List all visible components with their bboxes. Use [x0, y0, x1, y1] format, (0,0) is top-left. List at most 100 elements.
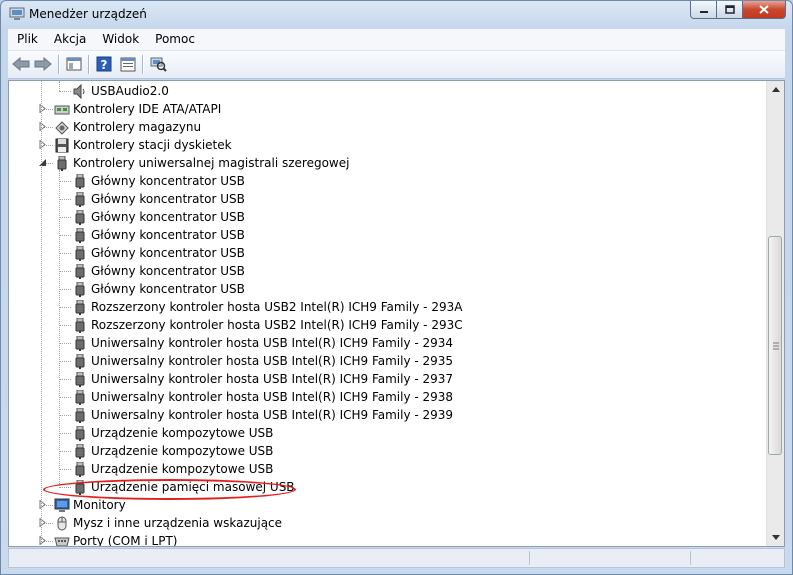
scrollbar-thumb[interactable]	[768, 236, 782, 455]
title-bar[interactable]: Menedżer urządzeń	[1, 1, 792, 29]
tree-item[interactable]: Urządzenie kompozytowe USB	[9, 424, 769, 442]
tree-category[interactable]: Kontrolery IDE ATA/ATAPI	[9, 100, 769, 118]
device-manager-window: Menedżer urządzeń Plik Akcja Widok Pomoc	[0, 0, 793, 575]
tree-item-label: Monitory	[73, 498, 126, 512]
toolbar-separator	[58, 55, 60, 74]
scan-hardware-changes-button[interactable]	[148, 55, 168, 73]
tree-item[interactable]: Urządzenie kompozytowe USB	[9, 460, 769, 478]
collapsed-arrow-icon[interactable]	[38, 518, 47, 527]
close-button[interactable]	[743, 1, 786, 19]
usb-icon	[75, 426, 85, 441]
close-icon	[759, 5, 769, 14]
tree-guide-line	[59, 271, 71, 272]
scroll-down-arrow-icon	[771, 535, 780, 540]
tree-item[interactable]: Uniwersalny kontroler hosta USB Intel(R)…	[9, 352, 769, 370]
speaker-icon	[73, 84, 85, 99]
menu-plik[interactable]: Plik	[8, 29, 45, 50]
tree-category[interactable]: Mysz i inne urządzenia wskazujące	[9, 514, 769, 532]
tree-item[interactable]: Uniwersalny kontroler hosta USB Intel(R)…	[9, 370, 769, 388]
menu-widok[interactable]: Widok	[93, 29, 146, 50]
tree-item[interactable]: Urządzenie kompozytowe USB	[9, 442, 769, 460]
scroll-up-arrow-icon	[771, 87, 780, 92]
usb-icon	[75, 390, 85, 405]
minimize-icon	[699, 10, 708, 13]
collapsed-arrow-icon[interactable]	[38, 122, 47, 131]
menu-pomoc[interactable]: Pomoc	[146, 29, 202, 50]
tree-item[interactable]: Główny koncentrator USB	[9, 226, 769, 244]
tree-guide-line	[59, 433, 71, 434]
status-pane	[530, 551, 691, 565]
device-tree[interactable]: USBAudio2.0 Kontrolery IDE ATA/ATAPI Kontr…	[8, 80, 785, 547]
tree-guide-line	[59, 325, 71, 326]
back-button[interactable]	[11, 55, 31, 73]
properties-button[interactable]	[118, 55, 138, 73]
collapsed-arrow-icon[interactable]	[38, 500, 47, 509]
tree-item-label: Mysz i inne urządzenia wskazujące	[73, 516, 283, 530]
usb-icon	[75, 264, 85, 279]
tree-item-label: Urządzenie kompozytowe USB	[91, 462, 274, 476]
tree-guide-line	[59, 199, 71, 200]
tree-item[interactable]: Główny koncentrator USB	[9, 280, 769, 298]
help-button[interactable]: ?	[94, 55, 114, 73]
tree-item-label: Kontrolery magazynu	[73, 120, 202, 134]
minimize-button[interactable]	[690, 1, 717, 19]
tree-guide-line	[59, 170, 60, 488]
show-hide-console-tree-button[interactable]	[64, 55, 84, 73]
menu-akcja[interactable]: Akcja	[45, 29, 93, 50]
port-icon	[54, 537, 70, 546]
scroll-up-button[interactable]	[767, 81, 784, 98]
usb-icon	[57, 156, 67, 171]
forward-arrow-icon	[34, 57, 52, 71]
tree-item[interactable]: Główny koncentrator USB	[9, 244, 769, 262]
tree-guide-line	[59, 397, 71, 398]
tree-guide-line	[59, 217, 71, 218]
maximize-icon	[724, 5, 735, 14]
usb-icon	[75, 444, 85, 459]
tree-item-label: Główny koncentrator USB	[91, 264, 245, 278]
tree-category[interactable]: Porty (COM i LPT)	[9, 532, 769, 546]
back-arrow-icon	[12, 57, 30, 71]
tree-item[interactable]: Główny koncentrator USB	[9, 262, 769, 280]
collapsed-arrow-icon[interactable]	[38, 536, 47, 545]
usb-icon	[75, 354, 85, 369]
toolbar: ?	[8, 51, 785, 79]
window-title: Menedżer urządzeń	[29, 7, 147, 21]
tree-item[interactable]: Główny koncentrator USB	[9, 172, 769, 190]
forward-button[interactable]	[33, 55, 53, 73]
tree-category[interactable]: Kontrolery magazynu	[9, 118, 769, 136]
tree-item-label: Rozszerzony kontroler hosta USB2 Intel(R…	[91, 300, 463, 314]
tree-item[interactable]: Główny koncentrator USB	[9, 190, 769, 208]
tree-item-label: Uniwersalny kontroler hosta USB Intel(R)…	[91, 336, 454, 350]
tree-category[interactable]: Kontrolery stacji dyskietek	[9, 136, 769, 154]
scan-hardware-icon	[150, 57, 167, 72]
properties-icon	[120, 57, 136, 71]
vertical-scrollbar[interactable]	[766, 81, 784, 546]
device-manager-app-icon	[9, 7, 25, 20]
usb-icon	[75, 228, 85, 243]
mouse-icon	[57, 516, 67, 531]
collapsed-arrow-icon[interactable]	[38, 104, 47, 113]
tree-item-label: Uniwersalny kontroler hosta USB Intel(R)…	[91, 408, 454, 422]
tree-category[interactable]: Kontrolery uniwersalnej magistrali szere…	[9, 154, 769, 172]
usb-icon	[75, 462, 85, 477]
usb-icon	[75, 300, 85, 315]
tree-item[interactable]: Rozszerzony kontroler hosta USB2 Intel(R…	[9, 298, 769, 316]
tree-item[interactable]: Uniwersalny kontroler hosta USB Intel(R)…	[9, 334, 769, 352]
tree-item-label: Główny koncentrator USB	[91, 192, 245, 206]
maximize-button[interactable]	[717, 1, 743, 19]
tree-item[interactable]: Uniwersalny kontroler hosta USB Intel(R)…	[9, 388, 769, 406]
tree-item[interactable]: Główny koncentrator USB	[9, 208, 769, 226]
floppy-controller-icon	[55, 138, 69, 153]
toolbar-separator	[88, 55, 90, 74]
scroll-down-button[interactable]	[767, 529, 784, 546]
tree-item[interactable]: Rozszerzony kontroler hosta USB2 Intel(R…	[9, 316, 769, 334]
expanded-arrow-icon[interactable]	[38, 158, 47, 167]
tree-item-label: Uniwersalny kontroler hosta USB Intel(R)…	[91, 372, 454, 386]
help-icon: ?	[96, 56, 112, 72]
tree-item[interactable]: Uniwersalny kontroler hosta USB Intel(R)…	[9, 406, 769, 424]
status-bar	[8, 548, 785, 568]
status-pane	[9, 551, 530, 565]
collapsed-arrow-icon[interactable]	[38, 140, 47, 149]
tree-guide-line	[59, 91, 71, 92]
tree-item[interactable]: USBAudio2.0	[9, 82, 769, 100]
